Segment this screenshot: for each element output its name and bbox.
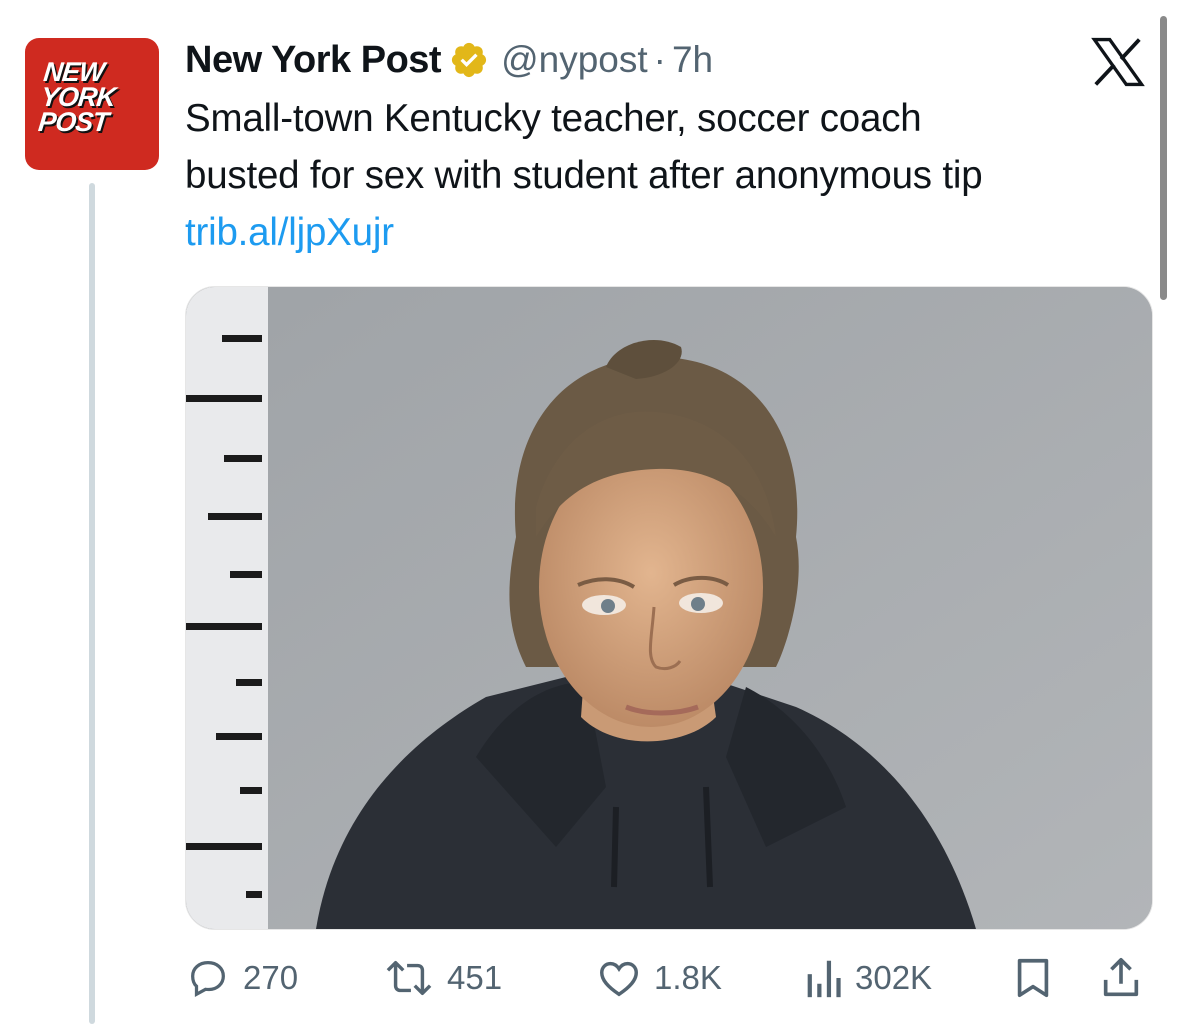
reply-icon bbox=[191, 961, 225, 998]
reply-count: 270 bbox=[243, 959, 299, 996]
retweet-icon bbox=[386, 960, 432, 996]
retweet-button[interactable]: 451 bbox=[383, 948, 502, 1008]
reply-button[interactable]: 270 bbox=[185, 948, 298, 1008]
heart-icon bbox=[600, 961, 638, 997]
handle[interactable]: @nypost bbox=[501, 39, 648, 81]
timestamp[interactable]: 7h bbox=[672, 39, 713, 81]
tweet-text-line: Small-town Kentucky teacher, soccer coac… bbox=[185, 97, 922, 140]
verified-badge-icon bbox=[451, 42, 487, 78]
separator-dot: · bbox=[653, 39, 666, 80]
action-bar: 270 451 1.8K 302K bbox=[185, 948, 1145, 1008]
retweet-count: 451 bbox=[447, 959, 503, 996]
tweet-link[interactable]: trib.al/ljpXujr bbox=[185, 204, 1160, 261]
tweet[interactable]: NEW YORK POST New York Post @nypost · 7h… bbox=[0, 0, 1179, 1024]
thread-line bbox=[89, 183, 95, 1024]
avatar[interactable]: NEW YORK POST bbox=[25, 38, 159, 170]
views-button[interactable]: 302K bbox=[803, 948, 932, 1008]
x-logo-icon bbox=[1091, 37, 1145, 87]
bookmark-icon bbox=[1017, 958, 1049, 998]
like-button[interactable]: 1.8K bbox=[596, 948, 722, 1008]
views-chart-icon bbox=[807, 960, 841, 998]
scrollbar[interactable] bbox=[1160, 16, 1167, 300]
display-name[interactable]: New York Post bbox=[185, 39, 442, 82]
views-count: 302K bbox=[855, 959, 933, 996]
like-count: 1.8K bbox=[654, 959, 722, 996]
mugshot-photo bbox=[186, 287, 1152, 929]
new-york-post-logo: NEW YORK POST bbox=[36, 57, 117, 137]
tweet-header: New York Post @nypost · 7h bbox=[185, 34, 713, 86]
bookmark-button[interactable] bbox=[1011, 948, 1055, 1008]
share-icon bbox=[1103, 957, 1139, 997]
tweet-text: Small-town Kentucky teacher, soccer coac… bbox=[185, 90, 1160, 261]
share-button[interactable] bbox=[1098, 948, 1144, 1008]
tweet-text-line: busted for sex with student after anonym… bbox=[185, 154, 983, 197]
tweet-media-photo[interactable] bbox=[185, 286, 1153, 930]
